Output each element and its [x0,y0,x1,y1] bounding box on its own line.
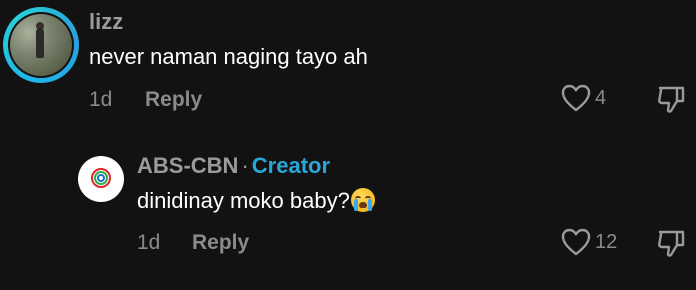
like-count: 12 [595,230,618,253]
like-button[interactable]: 12 [561,228,617,256]
reply-header: ABS-CBN · Creator [137,153,330,179]
avatar[interactable] [3,7,79,83]
thumbs-down-icon [655,86,687,120]
avatar-photo [10,14,72,76]
reply-text: dinidinay moko baby? [137,188,375,214]
avatar-inner [8,12,74,78]
heart-outline-icon [561,228,591,256]
abs-cbn-logo-icon [91,167,111,188]
reply-item: ABS-CBN · Creator dinidinay moko baby? 1d … [0,140,696,290]
loudly-crying-face-emoji [350,188,375,212]
like-button[interactable]: 4 [561,84,606,112]
reply-timestamp: 1d [137,231,161,254]
reply-button[interactable]: Reply [145,88,202,112]
avatar-figure-body [36,28,44,58]
comment-timestamp: 1d [89,88,113,111]
comment-text: never naman naging tayo ah [89,44,368,69]
dislike-button[interactable] [655,228,687,265]
comment-username[interactable]: lizz [89,9,123,35]
thumbs-down-icon [655,230,687,264]
reply-button[interactable]: Reply [192,231,249,255]
avatar[interactable] [78,156,124,202]
separator-dot: · [241,153,249,178]
reply-text-content: dinidinay moko baby? [137,188,350,213]
dislike-button[interactable] [655,84,687,121]
heart-outline-icon [561,84,591,112]
creator-badge: Creator [251,153,331,178]
like-count: 4 [595,86,607,109]
comment-item: lizz never naman naging tayo ah 1d Reply… [0,0,696,130]
reply-username[interactable]: ABS-CBN [137,153,238,178]
